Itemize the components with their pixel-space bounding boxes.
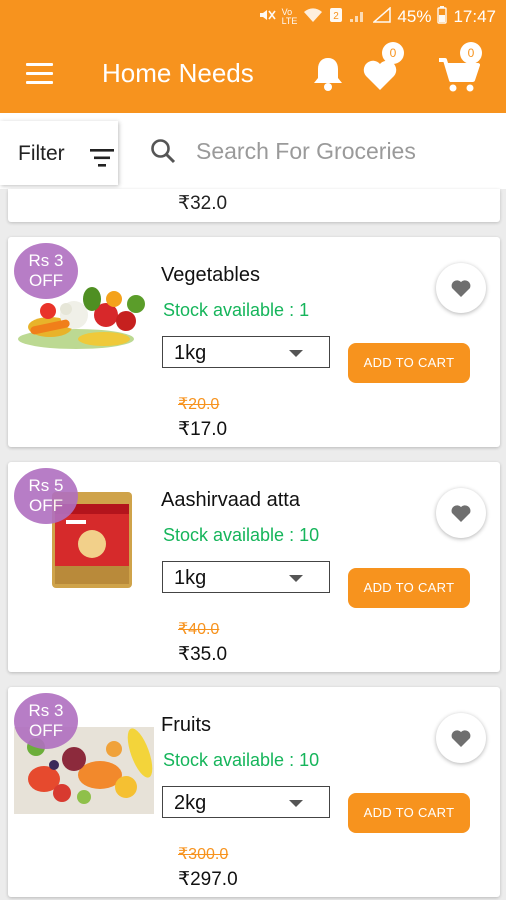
status-bar: Vo LTE 2 45% 17:47: [0, 0, 506, 36]
status-icons: Vo LTE 2 45% 17:47: [258, 6, 496, 27]
add-to-cart-button[interactable]: ADD TO CART: [348, 793, 470, 833]
discount-badge: Rs 3 OFF: [14, 693, 78, 749]
signal-icon: [372, 6, 392, 26]
filter-search-bar: Filter: [0, 113, 506, 189]
original-price: ₹40.0: [178, 621, 220, 638]
discount-amount: Rs 3: [28, 701, 64, 720]
bell-icon[interactable]: [306, 52, 350, 96]
battery-icon: [437, 6, 448, 27]
page-title: Home Needs: [102, 58, 254, 88]
search-icon[interactable]: [150, 138, 176, 164]
price: ₹297.0: [178, 869, 238, 890]
product-name: Fruits: [161, 714, 211, 736]
heart-icon: [451, 505, 471, 522]
volte-icon: Vo LTE: [281, 6, 298, 26]
price: ₹17.0: [178, 419, 228, 440]
product-name: Aashirvaad atta: [161, 489, 300, 511]
wishlist-button[interactable]: 0: [358, 42, 404, 96]
caret-down-icon: [289, 800, 303, 807]
battery-percent: 45%: [397, 6, 432, 26]
filter-icon: [90, 149, 114, 167]
original-price: ₹300.0: [178, 846, 229, 863]
product-card[interactable]: Rs 5 OFF Aashirvaad atta Stock available…: [8, 462, 500, 672]
menu-icon[interactable]: [26, 63, 53, 84]
heart-icon: [451, 730, 471, 747]
price: ₹35.0: [178, 644, 228, 665]
add-to-cart-button[interactable]: ADD TO CART: [348, 568, 470, 608]
product-card[interactable]: Rs 3 OFF Vegetables Stock available : 1 …: [8, 237, 500, 447]
stock-status: Stock available : 10: [163, 750, 320, 770]
caret-down-icon: [289, 350, 303, 357]
discount-amount: Rs 5: [28, 476, 64, 495]
product-card[interactable]: Rs 3 OFF Fruits Stock available : 10 2kg…: [8, 687, 500, 897]
wishlist-count-badge: 0: [382, 42, 404, 64]
filter-label: Filter: [18, 142, 65, 165]
signal-icon: [349, 7, 367, 26]
add-to-cart-button[interactable]: ADD TO CART: [348, 343, 470, 383]
heart-icon: [451, 280, 471, 297]
stock-status: Stock available : 1: [163, 300, 310, 320]
product-card-partial: ₹32.0: [8, 189, 500, 222]
discount-badge: Rs 5 OFF: [14, 468, 78, 524]
quantity-select[interactable]: 2kg: [162, 786, 330, 818]
wishlist-toggle-button[interactable]: [436, 488, 486, 538]
quantity-value: 1kg: [174, 567, 207, 589]
wishlist-toggle-button[interactable]: [436, 263, 486, 313]
search-input[interactable]: [196, 131, 496, 171]
discount-off-label: OFF: [29, 721, 63, 740]
mute-icon: [258, 7, 276, 26]
quantity-value: 1kg: [174, 342, 207, 364]
svg-text:2: 2: [334, 11, 340, 22]
quantity-value: 2kg: [174, 792, 207, 814]
discount-badge: Rs 3 OFF: [14, 243, 78, 299]
original-price: ₹20.0: [178, 396, 220, 413]
cart-button[interactable]: 0: [436, 42, 482, 96]
discount-off-label: OFF: [29, 496, 63, 515]
filter-button[interactable]: Filter: [0, 121, 118, 185]
quantity-select[interactable]: 1kg: [162, 336, 330, 368]
stock-status: Stock available : 10: [163, 525, 320, 545]
sim2-icon: 2: [329, 7, 343, 26]
app-bar: Home Needs 0 0: [0, 36, 506, 113]
product-name: Vegetables: [161, 264, 260, 286]
caret-down-icon: [289, 575, 303, 582]
discount-off-label: OFF: [29, 271, 63, 290]
cart-count-badge: 0: [460, 42, 482, 64]
price: ₹32.0: [178, 193, 228, 214]
clock: 17:47: [453, 6, 496, 26]
wifi-icon: [303, 7, 323, 26]
discount-amount: Rs 3: [28, 251, 64, 270]
wishlist-toggle-button[interactable]: [436, 713, 486, 763]
quantity-select[interactable]: 1kg: [162, 561, 330, 593]
